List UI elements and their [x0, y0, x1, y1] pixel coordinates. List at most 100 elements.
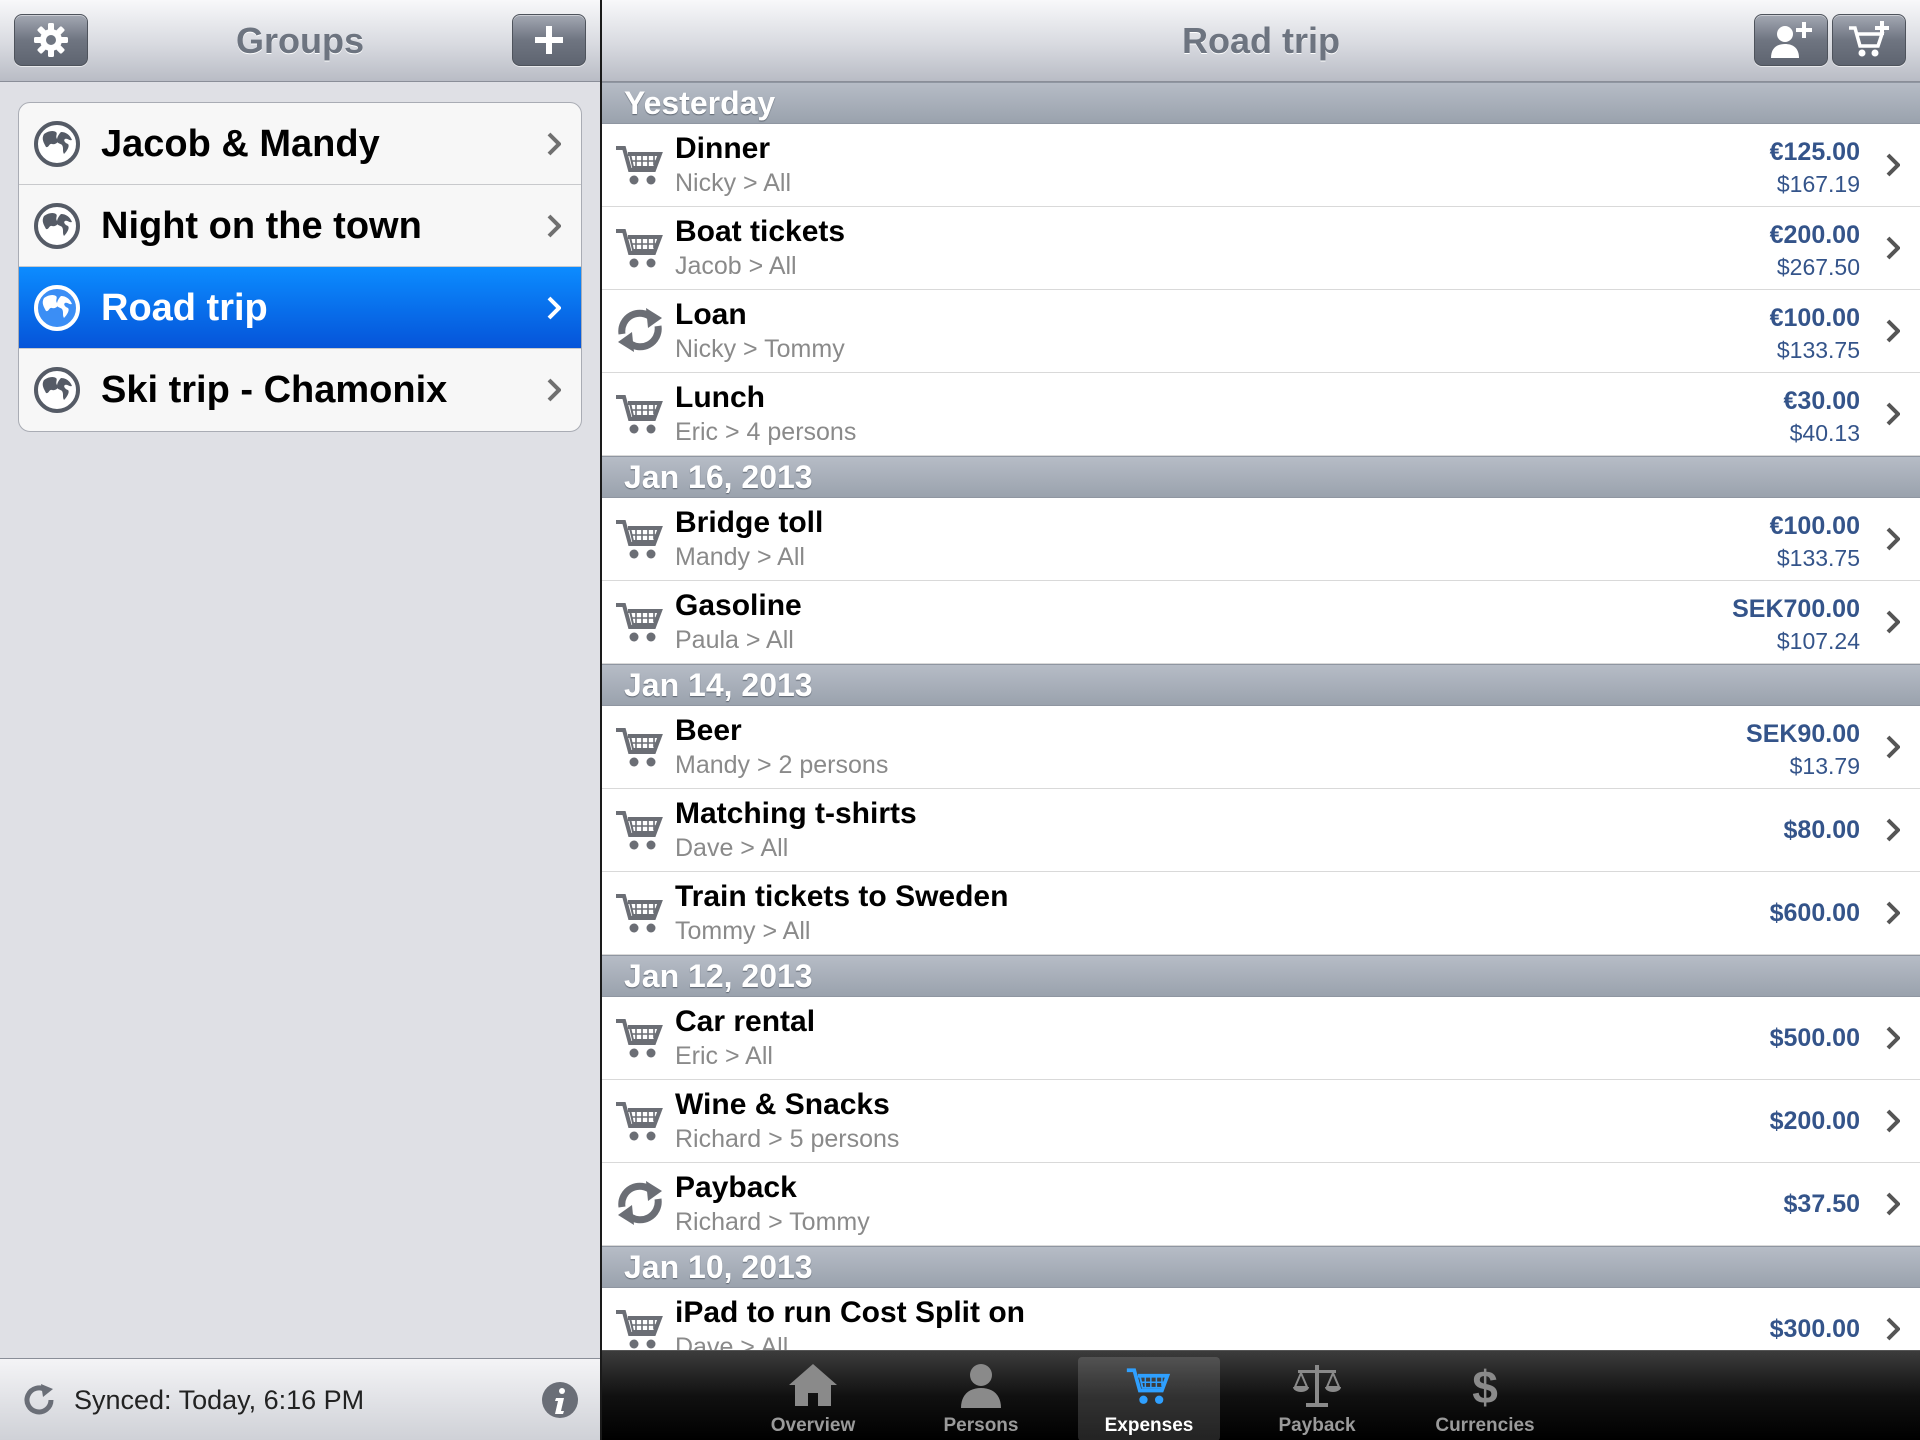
expense-row[interactable]: Car rental Eric > All $500.00: [602, 997, 1920, 1080]
expense-name: Dinner: [675, 132, 771, 165]
section-header: Jan 10, 2013: [602, 1246, 1920, 1288]
expenses-navbar: Road trip: [602, 0, 1920, 82]
cart-icon: [616, 894, 663, 933]
expense-row[interactable]: Beer Mandy > 2 persons SEK90.00 $13.79: [602, 706, 1920, 789]
tab-expenses[interactable]: Expenses: [1078, 1357, 1220, 1440]
expense-converted-amount: $13.79: [1789, 753, 1860, 779]
chevron-right-icon: [1886, 1317, 1900, 1341]
expense-name: Wine & Snacks: [675, 1088, 890, 1121]
sync-status: Synced: Today, 6:16 PM: [74, 1385, 365, 1415]
expense-row[interactable]: Boat tickets Jacob > All €200.00 $267.50: [602, 207, 1920, 290]
cart-icon: [616, 811, 663, 850]
expense-payer: Nicky > All: [675, 169, 792, 197]
expense-payer: Tommy > All: [675, 917, 811, 945]
tab-overview[interactable]: Overview: [742, 1357, 884, 1440]
groups-pane: Groups Jacob & Mandy Night on the town Roa…: [0, 0, 600, 1440]
tab-bar: Overview Persons Expenses Payback $ Currencie…: [602, 1350, 1920, 1440]
expense-name: Matching t-shirts: [675, 797, 917, 830]
group-item[interactable]: Ski trip - Chamonix: [19, 349, 581, 431]
section-date: Jan 12, 2013: [624, 958, 813, 994]
cart-icon: [616, 1019, 663, 1058]
chevron-right-icon: [1886, 319, 1900, 343]
expense-row[interactable]: Payback Richard > Tommy $37.50: [602, 1163, 1920, 1246]
expense-payer: Richard > Tommy: [675, 1208, 870, 1236]
info-icon[interactable]: [540, 1380, 580, 1420]
expense-amount: €100.00: [1769, 512, 1860, 540]
chevron-right-icon: [1886, 901, 1900, 925]
globe-icon: [34, 285, 80, 331]
chevron-right-icon: [1886, 402, 1900, 426]
tab-label: Payback: [1278, 1415, 1356, 1436]
tab-currencies[interactable]: $ Currencies: [1414, 1357, 1556, 1440]
expense-row[interactable]: Bridge toll Mandy > All €100.00 $133.75: [602, 498, 1920, 581]
groups-navbar: Groups: [0, 0, 600, 82]
expense-payer: Dave > All: [675, 834, 789, 862]
expense-row[interactable]: iPad to run Cost Split on Dave > All $300.…: [602, 1288, 1920, 1350]
cart-icon: [1126, 1368, 1171, 1404]
expense-amount: €200.00: [1769, 221, 1860, 249]
group-item[interactable]: Jacob & Mandy: [19, 103, 581, 185]
chevron-right-icon: [1886, 1026, 1900, 1050]
expense-payer: Nicky > Tommy: [675, 335, 845, 363]
expense-row[interactable]: Gasoline Paula > All SEK700.00 $107.24: [602, 581, 1920, 664]
expense-row[interactable]: Lunch Eric > 4 persons €30.00 $40.13: [602, 373, 1920, 456]
refresh-icon[interactable]: [20, 1379, 60, 1421]
group-list: Jacob & Mandy Night on the town Road trip S…: [18, 102, 582, 432]
expense-payer: Paula > All: [675, 626, 794, 654]
scales-icon: [1293, 1365, 1341, 1407]
svg-text:$: $: [1472, 1361, 1498, 1409]
expense-row[interactable]: Wine & Snacks Richard > 5 persons $200.00: [602, 1080, 1920, 1163]
add-person-button[interactable]: [1754, 14, 1828, 66]
transfer-icon: [618, 1181, 662, 1225]
chevron-right-icon: [1886, 153, 1900, 177]
chevron-right-icon: [547, 214, 561, 238]
group-name: Ski trip - Chamonix: [101, 369, 448, 411]
add-expense-button[interactable]: [1832, 14, 1906, 66]
section-header: Yesterday: [602, 82, 1920, 124]
expense-payer: Mandy > All: [675, 543, 805, 571]
expense-converted-amount: $133.75: [1776, 337, 1860, 363]
group-item[interactable]: Road trip: [19, 267, 581, 349]
section-date: Jan 10, 2013: [624, 1249, 813, 1285]
section-date: Jan 16, 2013: [624, 459, 813, 495]
expense-converted-amount: $133.75: [1776, 545, 1860, 571]
tab-payback[interactable]: Payback: [1246, 1357, 1388, 1440]
expense-row[interactable]: Train tickets to Sweden Tommy > All $600.0…: [602, 872, 1920, 955]
expense-amount: €125.00: [1769, 138, 1860, 166]
sync-footer: Synced: Today, 6:16 PM: [0, 1358, 600, 1440]
tab-label: Expenses: [1104, 1415, 1194, 1436]
section-header: Jan 16, 2013: [602, 456, 1920, 498]
expense-converted-amount: $267.50: [1776, 254, 1860, 280]
expense-name: Lunch: [675, 381, 765, 414]
expense-name: Boat tickets: [675, 215, 846, 248]
expense-amount: $80.00: [1783, 816, 1860, 844]
chevron-right-icon: [1886, 1109, 1900, 1133]
expense-amount: €100.00: [1769, 304, 1860, 332]
expense-amount: $37.50: [1783, 1190, 1860, 1218]
groups-title: Groups: [235, 20, 364, 61]
chevron-right-icon: [547, 378, 561, 402]
add-person-icon: [1771, 22, 1812, 58]
expense-row[interactable]: Matching t-shirts Dave > All $80.00: [602, 789, 1920, 872]
chevron-right-icon: [1886, 610, 1900, 634]
expense-payer: Mandy > 2 persons: [675, 751, 889, 779]
expense-converted-amount: $107.24: [1776, 628, 1860, 654]
expense-name: Gasoline: [675, 589, 802, 622]
chevron-right-icon: [1886, 735, 1900, 759]
expense-name: iPad to run Cost Split on: [675, 1296, 1025, 1329]
expense-amount: $300.00: [1769, 1315, 1860, 1343]
cart-icon: [616, 146, 663, 185]
plus-icon: [535, 26, 563, 54]
expense-name: Car rental: [675, 1005, 816, 1038]
house-icon: [789, 1364, 837, 1406]
expense-row[interactable]: Dinner Nicky > All €125.00 $167.19: [602, 124, 1920, 207]
group-item[interactable]: Night on the town: [19, 185, 581, 267]
tab-persons[interactable]: Persons: [910, 1357, 1052, 1440]
globe-icon: [34, 367, 80, 413]
expense-payer: Dave > All: [675, 1333, 789, 1350]
cart-icon: [616, 1310, 663, 1349]
add-group-button[interactable]: [512, 14, 586, 66]
globe-icon: [34, 121, 80, 167]
expense-amount: €30.00: [1783, 387, 1860, 415]
expense-row[interactable]: Loan Nicky > Tommy €100.00 $133.75: [602, 290, 1920, 373]
